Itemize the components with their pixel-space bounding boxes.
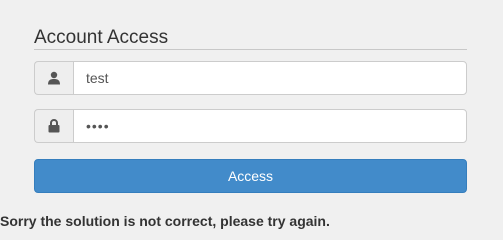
password-group [34,109,467,143]
user-icon [34,61,73,95]
username-input[interactable] [73,61,467,95]
username-group [34,61,467,95]
form-title: Account Access [34,0,467,50]
password-input[interactable] [73,109,467,143]
login-panel: Account Access Access [34,0,467,193]
error-message: Sorry the solution is not correct, pleas… [0,213,330,229]
lock-icon [34,109,73,143]
access-button[interactable]: Access [34,159,467,193]
